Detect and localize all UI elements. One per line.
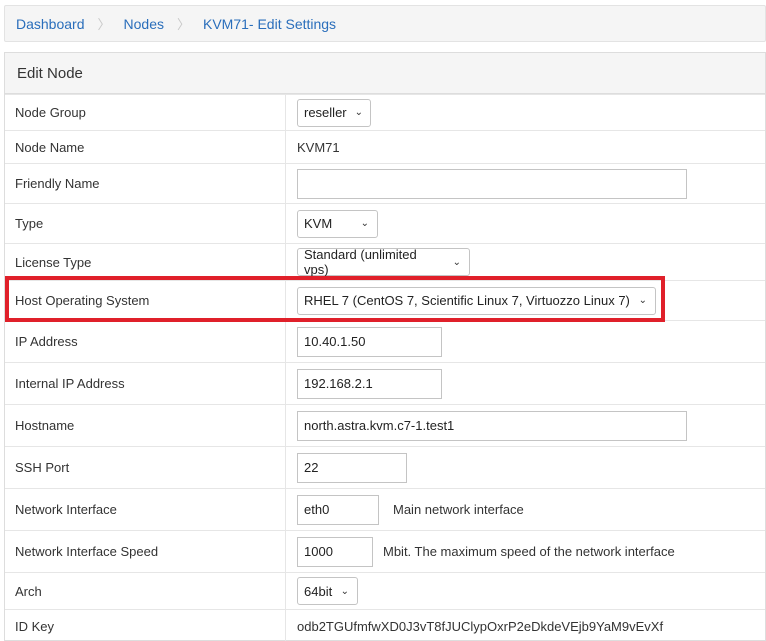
license-type-value: Standard (unlimited vps)	[304, 247, 417, 277]
node-name-label: Node Name	[15, 139, 85, 155]
form-row-node-group: Node Group reseller ⌄	[5, 94, 765, 130]
form-row-ssh-port: SSH Port 22	[5, 446, 765, 488]
form-row-arch: Arch 64bit ⌄	[5, 572, 765, 609]
form-row-id-key: ID Key odb2TGUfmfwXD0J3vT8fJUClypOxrP2eD…	[5, 609, 765, 641]
type-select[interactable]: KVM ⌄	[297, 209, 378, 238]
hostname-label: Hostname	[15, 418, 75, 433]
arch-select[interactable]: 64bit ⌄	[297, 577, 358, 605]
form-row-host-os: Host Operating System RHEL 7 (CentOS 7, …	[5, 280, 765, 320]
license-type-select[interactable]: Standard (unlimited vps) ⌄	[297, 247, 470, 277]
host-os-select[interactable]: RHEL 7 (CentOS 7, Scientific Linux 7, Vi…	[297, 286, 656, 315]
ip-address-label: IP Address	[15, 334, 78, 349]
node-group-select[interactable]: reseller ⌄	[297, 98, 371, 127]
type-label: Type	[15, 216, 44, 231]
chevron-down-icon: ⌄	[354, 107, 364, 118]
form-row-hostname: Hostname north.astra.kvm.c7-1.test1	[5, 404, 765, 446]
form-row-type: Type KVM ⌄	[5, 203, 765, 243]
edit-node-panel: Edit Node Node Group reseller ⌄ Node Nam…	[4, 52, 766, 641]
node-group-label: Node Group	[15, 105, 86, 120]
friendly-name-label: Friendly Name	[15, 176, 100, 191]
id-key-value: odb2TGUfmfwXD0J3vT8fJUClypOxrP2eDkdeVEjb…	[297, 618, 664, 634]
form-row-node-name: Node Name KVM71	[5, 130, 765, 163]
form-row-internal-ip: Internal IP Address 192.168.2.1	[5, 362, 765, 404]
chevron-down-icon: ⌄	[360, 218, 369, 229]
ssh-port-input[interactable]: 22	[297, 452, 407, 483]
network-interface-input[interactable]: eth0	[297, 494, 379, 525]
internal-ip-label: Internal IP Address	[15, 376, 125, 391]
network-speed-help: Mbit. The maximum speed of the network i…	[383, 544, 675, 559]
breadcrumb-dashboard[interactable]: Dashboard	[16, 16, 85, 32]
network-interface-label: Network Interface	[15, 502, 117, 517]
breadcrumb-nodes[interactable]: Nodes	[124, 16, 164, 32]
node-group-value: reseller	[304, 105, 347, 120]
ip-address-input[interactable]: 10.40.1.50	[297, 326, 442, 357]
network-speed-input[interactable]: 1000	[297, 536, 373, 567]
license-type-label: License Type	[15, 254, 92, 270]
form-row-ip-address: IP Address 10.40.1.50	[5, 320, 765, 362]
breadcrumb: Dashboard 〉 Nodes 〉 KVM71- Edit Settings	[4, 5, 766, 42]
form-row-network-speed: Network Interface Speed 1000 Mbit. The m…	[5, 530, 765, 572]
host-os-label: Host Operating System	[15, 293, 150, 308]
form-row-friendly-name: Friendly Name	[5, 163, 765, 203]
network-interface-help: Main network interface	[393, 502, 524, 517]
chevron-down-icon: ⌄	[340, 585, 349, 597]
breadcrumb-current[interactable]: KVM71- Edit Settings	[203, 16, 336, 32]
hostname-input[interactable]: north.astra.kvm.c7-1.test1	[297, 410, 687, 441]
arch-label: Arch	[15, 583, 42, 599]
node-name-value: KVM71	[297, 139, 340, 155]
type-value: KVM	[304, 216, 333, 231]
internal-ip-input[interactable]: 192.168.2.1	[297, 368, 442, 399]
arch-value: 64bit	[304, 583, 333, 599]
host-os-value: RHEL 7 (CentOS 7, Scientific Linux 7, Vi…	[304, 293, 630, 308]
chevron-down-icon: ⌄	[638, 295, 647, 306]
friendly-name-input[interactable]	[297, 168, 687, 199]
panel-title: Edit Node	[5, 53, 765, 94]
form-row-network-interface: Network Interface eth0 Main network inte…	[5, 488, 765, 530]
network-speed-label: Network Interface Speed	[15, 544, 159, 559]
ssh-port-label: SSH Port	[15, 460, 70, 475]
id-key-label: ID Key	[15, 618, 55, 634]
form-row-license-type: License Type Standard (unlimited vps) ⌄	[5, 243, 765, 280]
breadcrumb-separator: 〉	[97, 17, 111, 32]
chevron-down-icon: ⌄	[452, 256, 461, 268]
breadcrumb-separator: 〉	[176, 17, 190, 32]
